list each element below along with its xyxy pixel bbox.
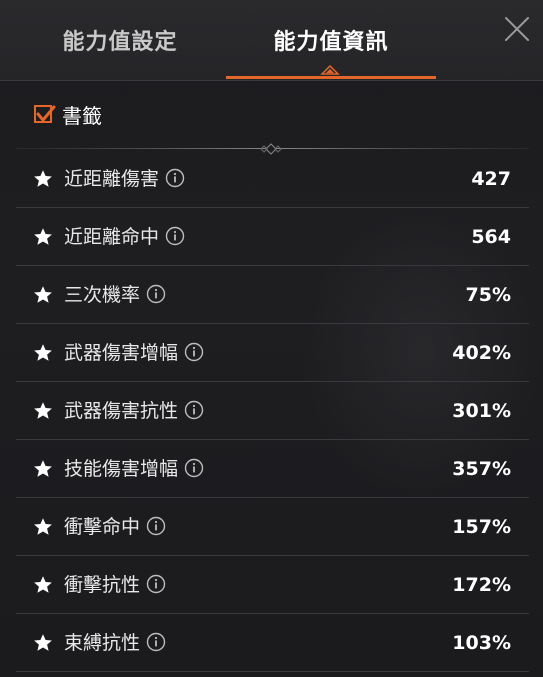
stat-name-text: 近距離命中 — [64, 226, 160, 248]
star-icon[interactable] — [33, 517, 53, 537]
info-icon[interactable] — [165, 225, 185, 246]
stat-name-text: 衝擊抗性 — [64, 574, 141, 596]
stat-name: 衝擊抗性 — [64, 570, 166, 600]
star-icon[interactable] — [33, 575, 53, 595]
close-icon[interactable] — [500, 12, 534, 46]
stats-panel: 能力值設定 能力值資訊 書籤 近距離傷害 427 近距離命中 564 三次機率 … — [0, 0, 543, 677]
stat-value: 402% — [452, 342, 511, 364]
star-icon[interactable] — [33, 459, 53, 479]
bookmark-toggle[interactable]: 書籤 — [34, 96, 102, 132]
stat-name-text: 技能傷害增幅 — [64, 458, 179, 480]
info-icon[interactable] — [146, 573, 166, 594]
stat-row: 武器傷害增幅 402% — [16, 324, 529, 382]
bookmark-checkbox[interactable] — [34, 105, 56, 123]
stat-name: 近距離命中 — [64, 222, 185, 252]
stat-name: 束縛抗性 — [64, 628, 166, 658]
star-icon[interactable] — [33, 227, 53, 247]
info-icon[interactable] — [165, 167, 185, 188]
stat-name: 三次機率 — [64, 280, 166, 310]
tab-stat-settings[interactable]: 能力值設定 — [20, 0, 220, 80]
stat-name-text: 武器傷害增幅 — [64, 342, 179, 364]
star-icon[interactable] — [33, 285, 53, 305]
stat-name-text: 近距離傷害 — [64, 168, 160, 190]
stat-row: 束縛抗性 103% — [16, 614, 529, 672]
stat-name: 武器傷害增幅 — [64, 338, 204, 368]
star-icon[interactable] — [33, 633, 53, 653]
stat-value: 301% — [452, 400, 511, 422]
info-icon[interactable] — [146, 631, 166, 652]
info-icon[interactable] — [184, 399, 204, 420]
bookmark-label: 書籤 — [62, 103, 102, 128]
stat-name-text: 武器傷害抗性 — [64, 400, 179, 422]
stat-name-text: 束縛抗性 — [64, 632, 141, 654]
active-tab-marker-icon — [320, 64, 340, 75]
stat-value: 427 — [471, 168, 511, 190]
stat-value: 157% — [452, 516, 511, 538]
stat-name-text: 衝擊命中 — [64, 516, 141, 538]
stat-value: 172% — [452, 574, 511, 596]
stat-row: 衝擊命中 157% — [16, 498, 529, 556]
stat-row: 衝擊抗性 172% — [16, 556, 529, 614]
stat-row: 三次機率 75% — [16, 266, 529, 324]
info-icon[interactable] — [146, 515, 166, 536]
stat-row: 技能傷害增幅 357% — [16, 440, 529, 498]
stat-name: 衝擊命中 — [64, 512, 166, 542]
stat-row: 近距離傷害 427 — [16, 150, 529, 208]
info-icon[interactable] — [146, 283, 166, 304]
stat-value: 75% — [465, 284, 511, 306]
stat-name-text: 三次機率 — [64, 284, 141, 306]
stat-row: 近距離命中 564 — [16, 208, 529, 266]
stat-value: 357% — [452, 458, 511, 480]
stat-list: 近距離傷害 427 近距離命中 564 三次機率 75% 武器傷害增幅 402% 武器傷害抗性 3… — [16, 150, 529, 672]
stat-value: 564 — [471, 226, 511, 248]
stat-row: 武器傷害抗性 301% — [16, 382, 529, 440]
stat-name: 技能傷害增幅 — [64, 454, 204, 484]
star-icon[interactable] — [33, 401, 53, 421]
tab-header: 能力值設定 能力值資訊 — [0, 0, 543, 81]
stat-value: 103% — [452, 632, 511, 654]
info-icon[interactable] — [184, 457, 204, 478]
star-icon[interactable] — [33, 343, 53, 363]
info-icon[interactable] — [184, 341, 204, 362]
stat-name: 近距離傷害 — [64, 164, 185, 194]
checkmark-icon — [36, 105, 56, 122]
stat-name: 武器傷害抗性 — [64, 396, 204, 426]
star-icon[interactable] — [33, 169, 53, 189]
